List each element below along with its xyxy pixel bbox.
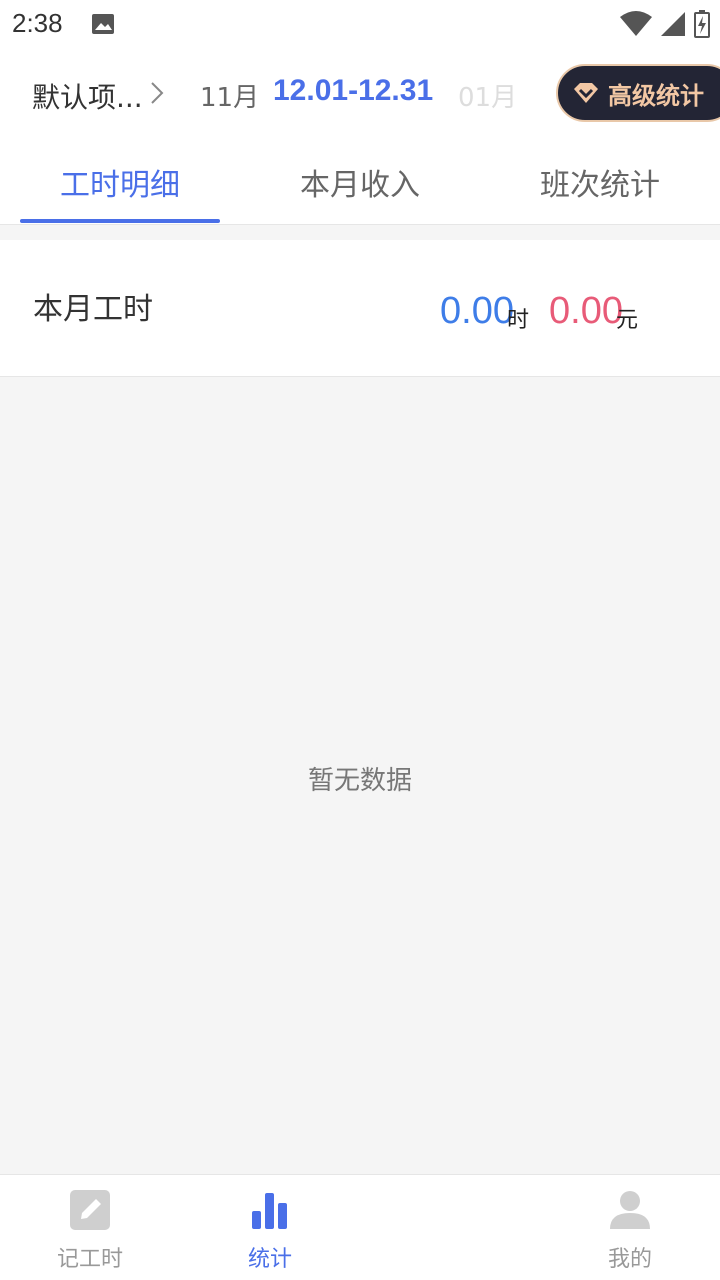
income-unit: 元 xyxy=(616,308,639,333)
next-month-button[interactable]: 01月 xyxy=(458,77,517,114)
stats-header: 默认项... 11月 12.01-12.31 01月 高级统计 xyxy=(0,50,720,136)
prev-month-button[interactable]: 11月 xyxy=(200,77,259,114)
edit-icon xyxy=(70,1190,110,1230)
advanced-stats-label: 高级统计 xyxy=(608,81,704,110)
tab-shift-stats[interactable]: 班次统计 xyxy=(480,160,720,204)
person-icon xyxy=(610,1191,650,1229)
nav-item-profile[interactable]: 我的 xyxy=(540,1175,720,1280)
current-date-range: 12.01-12.31 xyxy=(273,74,434,107)
tab-work-hours-detail[interactable]: 工时明细 xyxy=(0,160,240,204)
nav-label-profile: 我的 xyxy=(607,1247,652,1272)
diamond-icon xyxy=(574,83,598,103)
empty-state-message: 暂无数据 xyxy=(307,766,412,796)
nav-item-record-hours[interactable]: 记工时 xyxy=(0,1175,180,1280)
tab-bar: 工时明细 本月收入 班次统计 xyxy=(0,136,720,225)
monthly-summary-card: 本月工时 0.00 时 0.00 元 xyxy=(0,240,720,377)
hours-value: 0.00 xyxy=(440,290,514,332)
nav-item-statistics[interactable]: 统计 xyxy=(180,1175,360,1280)
signal-icon xyxy=(661,12,685,36)
status-bar: 2:38 xyxy=(0,0,720,50)
chevron-right-icon[interactable] xyxy=(147,80,167,106)
bottom-nav: 记工时 统计 我的 xyxy=(0,1174,720,1280)
nav-label-statistics: 统计 xyxy=(247,1247,292,1272)
income-value: 0.00 xyxy=(549,290,623,332)
bar-chart-icon xyxy=(252,1193,287,1229)
wifi-icon xyxy=(620,11,652,36)
active-tab-indicator xyxy=(20,219,220,223)
tab-monthly-income[interactable]: 本月收入 xyxy=(240,160,480,204)
project-selector[interactable]: 默认项... xyxy=(32,76,143,116)
advanced-stats-button[interactable]: 高级统计 xyxy=(556,64,720,122)
summary-label: 本月工时 xyxy=(33,292,153,327)
battery-icon xyxy=(694,10,710,38)
nav-label-record-hours: 记工时 xyxy=(56,1247,123,1272)
image-notification-icon xyxy=(92,14,114,34)
hours-unit: 时 xyxy=(507,308,530,333)
status-time: 2:38 xyxy=(12,8,63,38)
status-icons xyxy=(620,10,710,38)
